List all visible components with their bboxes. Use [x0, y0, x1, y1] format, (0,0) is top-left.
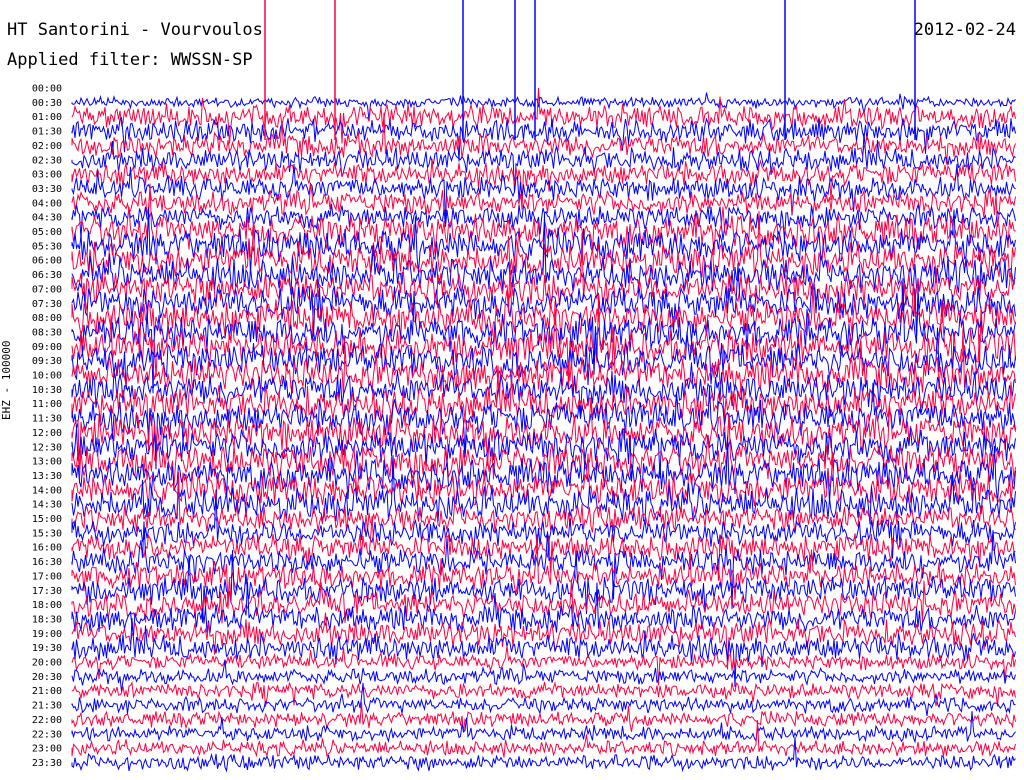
row-tick-labels: 00:00 00:30 01:00 01:30 02:00 02:30 03:00 03:30… [32, 84, 62, 769]
row-tick-label: 10:30 [32, 385, 62, 396]
seismic-trace-row [71, 736, 1016, 773]
helicorder-plot: 00:00 00:30 01:00 01:30 02:00 02:30 03:00 03:30… [32, 0, 1016, 773]
row-tick-label: 19:00 [32, 629, 62, 640]
row-tick-label: 05:30 [32, 241, 62, 252]
row-tick-label: 21:30 [32, 701, 62, 712]
row-tick-label: 03:30 [32, 184, 62, 195]
row-tick-label: 14:00 [32, 485, 62, 496]
row-tick-label: 07:00 [32, 284, 62, 295]
row-tick-label: 16:30 [32, 557, 62, 568]
row-tick-label: 12:30 [32, 442, 62, 453]
trace-group [71, 0, 1016, 773]
row-tick-label: 18:30 [32, 614, 62, 625]
row-tick-label: 23:30 [32, 758, 62, 769]
row-tick-label: 13:30 [32, 471, 62, 482]
row-tick-label: 21:00 [32, 686, 62, 697]
row-tick-label: 09:00 [32, 342, 62, 353]
row-tick-label: 02:00 [32, 141, 62, 152]
seismic-trace-row [71, 720, 1016, 758]
row-tick-label: 09:30 [32, 356, 62, 367]
row-tick-label: 06:00 [32, 256, 62, 267]
row-tick-label: 01:30 [32, 127, 62, 138]
row-tick-label: 19:30 [32, 643, 62, 654]
row-tick-label: 16:00 [32, 543, 62, 554]
row-tick-label: 14:30 [32, 500, 62, 511]
row-tick-label: 11:00 [32, 399, 62, 410]
row-tick-label: 04:30 [32, 213, 62, 224]
row-tick-label: 17:00 [32, 571, 62, 582]
row-tick-label: 02:30 [32, 155, 62, 166]
row-tick-label: 00:00 [32, 84, 62, 95]
row-tick-label: 15:30 [32, 528, 62, 539]
row-tick-label: 08:00 [32, 313, 62, 324]
row-tick-label: 10:00 [32, 371, 62, 382]
row-tick-label: 18:00 [32, 600, 62, 611]
row-tick-label: 22:30 [32, 729, 62, 740]
row-tick-label: 06:30 [32, 270, 62, 281]
row-tick-label: 17:30 [32, 586, 62, 597]
row-tick-label: 20:00 [32, 658, 62, 669]
row-tick-label: 01:00 [32, 112, 62, 123]
row-tick-label: 05:00 [32, 227, 62, 238]
row-tick-label: 03:00 [32, 170, 62, 181]
row-tick-label: 12:00 [32, 428, 62, 439]
row-tick-label: 23:00 [32, 744, 62, 755]
row-tick-label: 11:30 [32, 414, 62, 425]
row-tick-label: 15:00 [32, 514, 62, 525]
row-tick-label: 04:00 [32, 198, 62, 209]
row-tick-label: 22:00 [32, 715, 62, 726]
row-tick-label: 20:30 [32, 672, 62, 683]
row-tick-label: 07:30 [32, 299, 62, 310]
row-tick-label: 08:30 [32, 327, 62, 338]
row-tick-label: 13:00 [32, 457, 62, 468]
row-tick-label: 00:30 [32, 98, 62, 109]
seismic-trace-row [71, 92, 1016, 121]
